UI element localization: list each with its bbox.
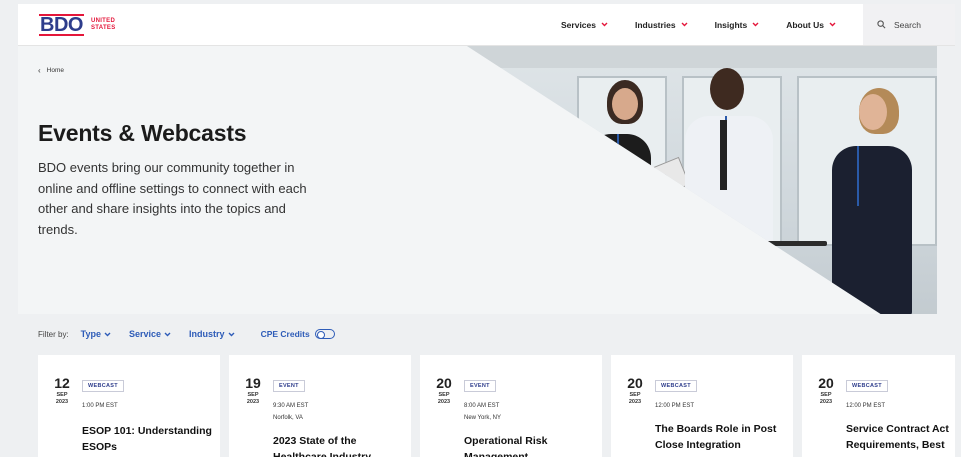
filter-bar: Filter by: Type Service Industry CPE Cre… (38, 329, 335, 339)
chevron-down-icon (164, 332, 171, 336)
filter-industry[interactable]: Industry (189, 329, 235, 339)
event-card[interactable]: 20 SEP 2023 EVENT 8:00 AM EST New York, … (420, 355, 602, 457)
event-time: 9:30 AM EST (273, 403, 309, 409)
event-date: 20 SEP 2023 (627, 375, 643, 405)
event-time: 12:00 PM EST (655, 403, 695, 409)
cpe-credits-filter: CPE Credits (261, 329, 335, 339)
nav-insights[interactable]: Insights (715, 20, 760, 30)
main-nav: Services Industries Insights About Us Se… (561, 4, 955, 45)
chevron-down-icon (601, 22, 608, 27)
chevron-down-icon (752, 22, 759, 27)
standing-table (667, 241, 827, 246)
event-type-badge: EVENT (464, 380, 496, 392)
event-card[interactable]: 12 SEP 2023 WEBCAST 1:00 PM EST ESOP 101… (38, 355, 220, 457)
chevron-down-icon (681, 22, 688, 27)
event-title[interactable]: The Boards Role in Post Close Integratio… (655, 421, 787, 453)
search-label: Search (894, 19, 921, 30)
event-title[interactable]: Operational Risk Management (464, 433, 596, 457)
event-date: 12 SEP 2023 (54, 375, 70, 405)
chevron-left-icon: ‹ (38, 66, 41, 75)
event-time: 1:00 PM EST (82, 403, 118, 409)
site-header: BDO UNITED STATES Services Industries In… (18, 4, 955, 46)
nav-services[interactable]: Services (561, 20, 608, 30)
event-card[interactable]: 20 SEP 2023 WEBCAST 12:00 PM EST Service… (802, 355, 955, 457)
breadcrumb-home-link[interactable]: ‹ Home (38, 66, 64, 75)
event-card[interactable]: 20 SEP 2023 WEBCAST 12:00 PM EST The Boa… (611, 355, 793, 457)
chevron-down-icon (228, 332, 235, 336)
event-type-badge: EVENT (273, 380, 305, 392)
search-box[interactable]: Search (863, 4, 955, 45)
event-type-badge: WEBCAST (82, 380, 124, 392)
chevron-down-icon (104, 332, 111, 336)
cpe-credits-toggle[interactable] (314, 329, 335, 339)
logo-region: UNITED STATES (90, 18, 116, 31)
nav-about-us[interactable]: About Us (786, 20, 836, 30)
filter-service[interactable]: Service (129, 329, 171, 339)
hero-banner: ‹ Home Events & Webcasts BDO events brin… (18, 46, 937, 314)
event-title[interactable]: 2023 State of the Healthcare Industry (273, 433, 405, 457)
filter-type[interactable]: Type (81, 329, 111, 339)
event-date: 20 SEP 2023 (436, 375, 452, 405)
event-type-badge: WEBCAST (846, 380, 888, 392)
event-location: Norfolk, VA (273, 415, 303, 421)
event-location: New York, NY (464, 415, 502, 421)
event-title[interactable]: Service Contract Act Requirements, Best (846, 421, 955, 453)
page-title: Events & Webcasts (38, 120, 247, 146)
event-time: 8:00 AM EST (464, 403, 500, 409)
event-time: 12:00 PM EST (846, 403, 886, 409)
chevron-down-icon (829, 22, 836, 27)
filter-label: Filter by: (38, 329, 69, 339)
page-description: BDO events bring our community together … (38, 160, 307, 237)
event-title[interactable]: ESOP 101: Understanding ESOPs (82, 423, 214, 455)
event-date: 20 SEP 2023 (818, 375, 834, 405)
event-type-badge: WEBCAST (655, 380, 697, 392)
bdo-logo[interactable]: BDO UNITED STATES (39, 13, 116, 36)
logo-wordmark: BDO (39, 13, 84, 36)
event-date: 19 SEP 2023 (245, 375, 261, 405)
search-icon (877, 20, 886, 29)
event-card[interactable]: 19 SEP 2023 EVENT 9:30 AM EST Norfolk, V… (229, 355, 411, 457)
nav-industries[interactable]: Industries (635, 20, 688, 30)
hero-photo-people (467, 46, 937, 314)
